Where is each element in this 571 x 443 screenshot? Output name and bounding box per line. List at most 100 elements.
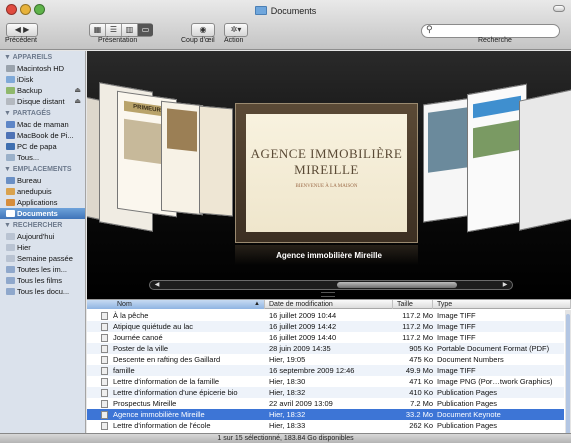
cell-type: Publication Pages <box>437 421 498 430</box>
cell-type: Image TIFF <box>437 322 476 331</box>
sidebar-item[interactable]: Aujourd'hui <box>0 231 85 242</box>
column-header-name[interactable]: Nom ▲ <box>87 300 265 309</box>
sidebar-section-header[interactable]: ▼ PARTAGÉS <box>0 107 85 119</box>
file-icon <box>101 389 108 397</box>
cell-date: Hier, 18:32 <box>269 388 306 397</box>
scroll-left-icon[interactable]: ◀ <box>152 281 162 289</box>
table-row[interactable]: Agence immobilière Mireille Hier, 18:32 33… <box>87 409 564 420</box>
table-row[interactable]: À la pêche 16 juillet 2009 10:44 117.2 Mo I… <box>87 310 564 321</box>
sidebar-item[interactable]: Hier <box>0 242 85 253</box>
back-forward-buttons[interactable]: ◀ ▶ <box>6 23 38 37</box>
sidebar-item[interactable]: Backup ⏏ <box>0 85 85 96</box>
hard-drive-icon <box>6 65 15 72</box>
forward-arrow-icon[interactable]: ▶ <box>23 25 29 34</box>
scroll-right-icon[interactable]: ▶ <box>500 281 510 289</box>
cell-name: Lettre d'information de la famille <box>113 377 220 386</box>
file-icon <box>101 367 108 375</box>
cell-date: Hier, 18:33 <box>269 421 306 430</box>
sidebar-item[interactable]: Mac de maman <box>0 119 85 130</box>
cover-item[interactable] <box>519 89 571 231</box>
sidebar-item[interactable]: Disque distant ⏏ <box>0 96 85 107</box>
sidebar-item[interactable]: iDisk <box>0 74 85 85</box>
search-input[interactable] <box>434 26 556 36</box>
laptop-icon <box>6 132 15 139</box>
sidebar-item[interactable]: Tous les films <box>0 275 85 286</box>
cell-size: 117.2 Mo <box>402 322 433 331</box>
sidebar-item[interactable]: MacBook de Pi... <box>0 130 85 141</box>
table-row[interactable]: Poster de la ville 28 juin 2009 14:35 905 … <box>87 343 564 354</box>
cell-name: Poster de la ville <box>113 344 169 353</box>
cover-item[interactable] <box>423 97 473 223</box>
search-field[interactable]: ⚲ <box>421 24 560 38</box>
column-header-date[interactable]: Date de modification <box>265 300 393 309</box>
view-buttons[interactable]: ▦ ☰ ▥ ▭ <box>89 23 153 37</box>
cell-date: Hier, 18:32 <box>269 410 306 419</box>
cover-item[interactable] <box>161 100 203 216</box>
icon-view-icon[interactable]: ▦ <box>90 24 106 36</box>
remote-disk-icon <box>6 98 15 105</box>
file-icon <box>101 378 108 386</box>
coverflow-scrollbar[interactable]: ◀ ▶ <box>149 280 513 290</box>
cover-item[interactable] <box>199 105 233 217</box>
column-header-label: Nom <box>117 301 132 308</box>
sidebar-item[interactable]: anedupuis <box>0 186 85 197</box>
eject-icon[interactable]: ⏏ <box>74 96 81 107</box>
sidebar-item-label: Tous... <box>17 153 40 162</box>
sidebar-item[interactable]: Documents <box>0 208 85 219</box>
sidebar-item[interactable]: Macintosh HD <box>0 63 85 74</box>
table-row[interactable]: famille 16 septembre 2009 12:46 49.9 Mo Ima… <box>87 365 564 376</box>
eject-icon[interactable]: ⏏ <box>74 85 81 96</box>
cell-size: 410 Ko <box>409 388 433 397</box>
cell-size: 117.2 Mo <box>402 333 433 342</box>
coverflow-scroll-thumb[interactable] <box>336 282 457 288</box>
center-cover-title-line-1: AGENCE IMMOBILIÈRE <box>250 146 403 161</box>
table-row[interactable]: Descente en rafting des Gaillard Hier, 19… <box>87 354 564 365</box>
table-row[interactable]: Lettre d'information d'une épicerie bio H… <box>87 387 564 398</box>
column-view-icon[interactable]: ▥ <box>122 24 138 36</box>
column-header-type[interactable]: Type <box>433 300 571 309</box>
sidebar-item-label: Mac de maman <box>17 120 69 129</box>
cover-item[interactable] <box>467 83 527 233</box>
cover-caption: Agence immobilière Mireille <box>276 251 382 260</box>
resize-handle[interactable] <box>321 292 335 297</box>
sidebar-item[interactable]: Tous... <box>0 152 85 163</box>
sidebar-item[interactable]: Semaine passée <box>0 253 85 264</box>
quicklook-label: Coup d'œil <box>181 37 215 44</box>
center-cover[interactable]: AGENCE IMMOBILIÈRE MIREILLE BIENVENUE À … <box>235 103 418 243</box>
cell-date: Hier, 18:30 <box>269 377 306 386</box>
file-list: Nom ▲ Date de modification Taille Type À … <box>87 299 571 433</box>
list-scroll-thumb[interactable] <box>566 314 570 434</box>
list-scrollbar[interactable] <box>565 310 571 434</box>
action-button[interactable]: ✲▾ <box>224 23 248 37</box>
quicklook-button[interactable]: ◉ <box>191 23 215 37</box>
sidebar-item[interactable]: Bureau <box>0 175 85 186</box>
eye-icon: ◉ <box>199 25 207 34</box>
list-view-icon[interactable]: ☰ <box>106 24 122 36</box>
clock-icon <box>6 244 15 251</box>
sidebar-section-header[interactable]: ▼ EMPLACEMENTS <box>0 163 85 175</box>
sidebar-section-header[interactable]: ▼ APPAREILS <box>0 51 85 63</box>
sidebar-section-header[interactable]: ▼ RECHERCHER <box>0 219 85 231</box>
table-row[interactable]: Journée canoé 16 juillet 2009 14:40 117.2 … <box>87 332 564 343</box>
toolbar-toggle-button[interactable] <box>553 5 565 12</box>
back-arrow-icon[interactable]: ◀ <box>15 25 21 34</box>
sidebar-item-label: Backup <box>17 86 43 95</box>
sidebar-item-label: Aujourd'hui <box>17 232 55 241</box>
table-row[interactable]: Atipique quiétude au lac 16 juillet 2009 … <box>87 321 564 332</box>
sidebar-item[interactable]: PC de papa <box>0 141 85 152</box>
table-row[interactable]: Lettre d'information de l'école Hier, 18:… <box>87 420 564 431</box>
back-label: Précédent <box>5 37 37 44</box>
sidebar-item[interactable]: Toutes les im... <box>0 264 85 275</box>
sidebar-item[interactable]: Applications <box>0 197 85 208</box>
documents-folder-icon <box>6 210 15 217</box>
coverflow-view[interactable]: PRIMEUR AGENCE IMMOBILIÈRE MIREILLE BIEN… <box>87 51 571 299</box>
file-icon <box>101 422 108 430</box>
table-row[interactable]: Lettre d'information de la famille Hier, … <box>87 376 564 387</box>
cell-name: Descente en rafting des Gaillard <box>113 355 221 364</box>
list-header: Nom ▲ Date de modification Taille Type <box>87 299 571 309</box>
sidebar-item[interactable]: Tous les docu... <box>0 286 85 297</box>
coverflow-view-icon[interactable]: ▭ <box>138 24 153 36</box>
cell-size: 33.2 Mo <box>405 410 433 419</box>
table-row[interactable]: Prospectus Mireille 22 avril 2009 13:09 7.… <box>87 398 564 409</box>
column-header-size[interactable]: Taille <box>393 300 433 309</box>
